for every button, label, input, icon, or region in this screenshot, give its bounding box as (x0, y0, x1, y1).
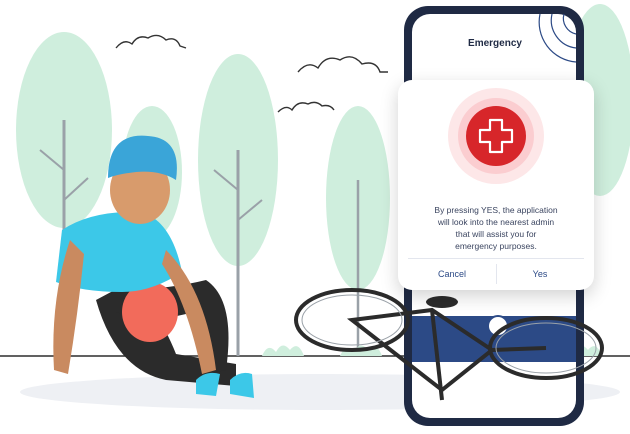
phone-title: Emergency (468, 38, 522, 49)
dialog-message-line: will look into the nearest admin (437, 217, 555, 227)
cloud-icon (115, 34, 187, 49)
dialog-message: By pressing YES, the application will lo… (412, 204, 580, 252)
cloud-icon (297, 56, 388, 73)
dialog-message-line: emergency purposes. (455, 241, 537, 251)
dialog-message-line: that will assist you for (455, 229, 537, 239)
cancel-button[interactable]: Cancel (408, 264, 496, 284)
dialog-divider (408, 258, 584, 259)
dialog-message-line: By pressing YES, the application (434, 205, 558, 215)
emergency-circle (466, 106, 526, 166)
cloud-icon (277, 101, 335, 113)
emergency-button-graphic (448, 88, 544, 184)
emergency-dialog: By pressing YES, the application will lo… (398, 80, 594, 290)
bush (262, 345, 304, 356)
yes-button[interactable]: Yes (496, 264, 584, 284)
